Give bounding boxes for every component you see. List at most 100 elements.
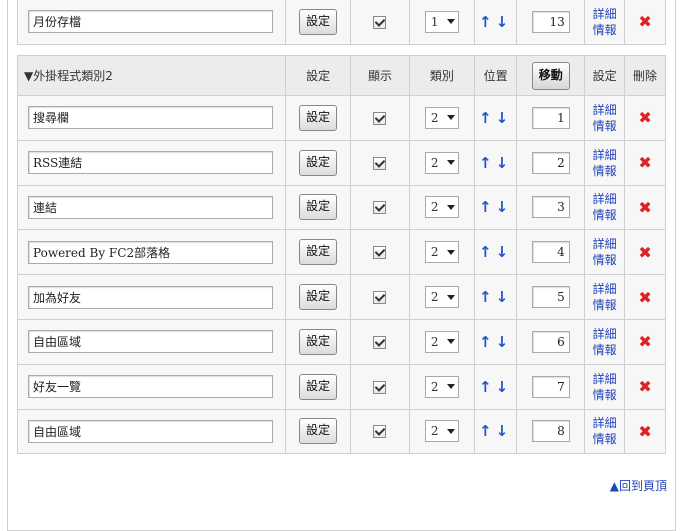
settings-button[interactable]: 設定 (299, 239, 338, 266)
class-select[interactable]: 2 (424, 286, 459, 309)
back-to-top-link[interactable]: ▲回到頁頂 (610, 477, 667, 494)
settings-button[interactable]: 設定 (299, 194, 338, 221)
position-input[interactable] (531, 10, 570, 33)
delete-icon[interactable]: ✖ (638, 422, 651, 441)
settings-button[interactable]: 設定 (299, 8, 338, 35)
class-select[interactable]: 2 (424, 375, 459, 398)
settings-button[interactable]: 設定 (299, 418, 338, 445)
show-checkbox[interactable] (373, 246, 387, 260)
detail-info-link[interactable]: 詳細 情報 (593, 191, 617, 223)
plugin-name-input[interactable] (28, 195, 273, 219)
detail-info-link[interactable]: 詳細 情報 (593, 236, 617, 268)
class-select[interactable]: 2 (424, 420, 459, 443)
detail-info-link[interactable]: 詳細 情報 (593, 281, 617, 313)
class-select-value: 2 (430, 200, 439, 215)
move-down-icon[interactable]: ↓ (496, 378, 513, 396)
move-up-icon[interactable]: ↑ (479, 198, 496, 216)
category-title[interactable]: ▼外掛程式類別2 (16, 55, 287, 96)
delete-icon[interactable]: ✖ (638, 243, 651, 262)
detail-info-link[interactable]: 詳細 情報 (593, 6, 617, 38)
position-input[interactable] (531, 375, 570, 398)
plugin-name-input[interactable] (28, 151, 273, 175)
header-delete: 刪除 (624, 55, 666, 96)
move-down-icon[interactable]: ↓ (496, 243, 513, 261)
show-checkbox[interactable] (373, 335, 387, 349)
show-checkbox[interactable] (373, 111, 387, 125)
class-select[interactable]: 2 (424, 196, 459, 219)
class-select-value: 2 (430, 424, 439, 439)
settings-button[interactable]: 設定 (299, 104, 338, 131)
detail-info-link[interactable]: 詳細 情報 (593, 371, 617, 403)
position-input[interactable] (531, 151, 570, 174)
position-input[interactable] (531, 196, 570, 219)
chevron-down-icon (446, 249, 455, 255)
class-select[interactable]: 2 (424, 151, 459, 174)
class-select[interactable]: 1 (424, 10, 459, 33)
detail-line-2: 情報 (592, 208, 617, 223)
class-select-value: 2 (430, 379, 439, 394)
move-up-icon[interactable]: ↑ (479, 13, 496, 31)
plugin-name-input[interactable] (28, 240, 273, 264)
plugin-name-input[interactable] (28, 285, 273, 309)
position-input[interactable] (531, 106, 570, 129)
plugin-name-input[interactable] (28, 419, 273, 443)
settings-button[interactable]: 設定 (299, 373, 338, 400)
move-down-icon[interactable]: ↓ (496, 109, 513, 127)
show-checkbox[interactable] (373, 15, 387, 29)
plugin-name-input[interactable] (28, 106, 273, 130)
plugin-name-input[interactable] (28, 10, 273, 34)
chevron-down-icon (446, 339, 455, 345)
class-select[interactable]: 2 (424, 241, 459, 264)
detail-line-2: 情報 (592, 22, 617, 37)
show-checkbox[interactable] (373, 425, 387, 439)
top-table: 設定 1 ↑↓ 詳細情報 ✖ (16, 0, 666, 45)
move-up-icon[interactable]: ↑ (479, 333, 496, 351)
delete-icon[interactable]: ✖ (638, 12, 651, 31)
detail-info-link[interactable]: 詳細 情報 (593, 415, 617, 447)
move-down-icon[interactable]: ↓ (496, 422, 513, 440)
class-select-value: 2 (430, 290, 439, 305)
move-up-icon[interactable]: ↑ (479, 422, 496, 440)
chevron-down-icon (446, 115, 455, 121)
delete-icon[interactable]: ✖ (638, 332, 651, 351)
table-row: 設定 2 ↑↓ 詳細情報 ✖ (16, 363, 666, 410)
chevron-down-icon (446, 428, 455, 434)
move-down-icon[interactable]: ↓ (496, 198, 513, 216)
show-checkbox[interactable] (373, 156, 387, 170)
move-down-icon[interactable]: ↓ (496, 288, 513, 306)
delete-icon[interactable]: ✖ (638, 108, 651, 127)
position-input[interactable] (531, 420, 570, 443)
settings-button[interactable]: 設定 (299, 149, 338, 176)
delete-icon[interactable]: ✖ (638, 288, 651, 307)
header-set: 設定 (285, 55, 351, 96)
plugin-name-input[interactable] (28, 375, 273, 399)
move-up-icon[interactable]: ↑ (479, 154, 496, 172)
move-down-icon[interactable]: ↓ (496, 154, 513, 172)
show-checkbox[interactable] (373, 380, 387, 394)
class-select[interactable]: 2 (424, 106, 459, 129)
settings-button[interactable]: 設定 (299, 328, 338, 355)
detail-info-link[interactable]: 詳細 情報 (593, 326, 617, 358)
detail-info-link[interactable]: 詳細 情報 (593, 102, 617, 134)
class-select[interactable]: 2 (424, 330, 459, 353)
settings-button[interactable]: 設定 (299, 284, 338, 311)
move-up-icon[interactable]: ↑ (479, 109, 496, 127)
delete-icon[interactable]: ✖ (638, 153, 651, 172)
delete-icon[interactable]: ✖ (638, 198, 651, 217)
position-input[interactable] (531, 330, 570, 353)
position-input[interactable] (531, 286, 570, 309)
detail-info-link[interactable]: 詳細 情報 (593, 147, 617, 179)
move-up-icon[interactable]: ↑ (479, 243, 496, 261)
move-up-icon[interactable]: ↑ (479, 378, 496, 396)
detail-line-1: 詳細 (592, 192, 617, 207)
show-checkbox[interactable] (373, 291, 387, 305)
move-up-icon[interactable]: ↑ (479, 288, 496, 306)
show-checkbox[interactable] (373, 201, 387, 215)
plugin-name-input[interactable] (28, 330, 273, 354)
position-input[interactable] (531, 241, 570, 264)
move-down-icon[interactable]: ↓ (496, 333, 513, 351)
move-button[interactable]: 移動 (531, 61, 570, 90)
move-down-icon[interactable]: ↓ (496, 13, 513, 31)
delete-icon[interactable]: ✖ (638, 377, 651, 396)
detail-line-1: 詳細 (592, 237, 617, 252)
